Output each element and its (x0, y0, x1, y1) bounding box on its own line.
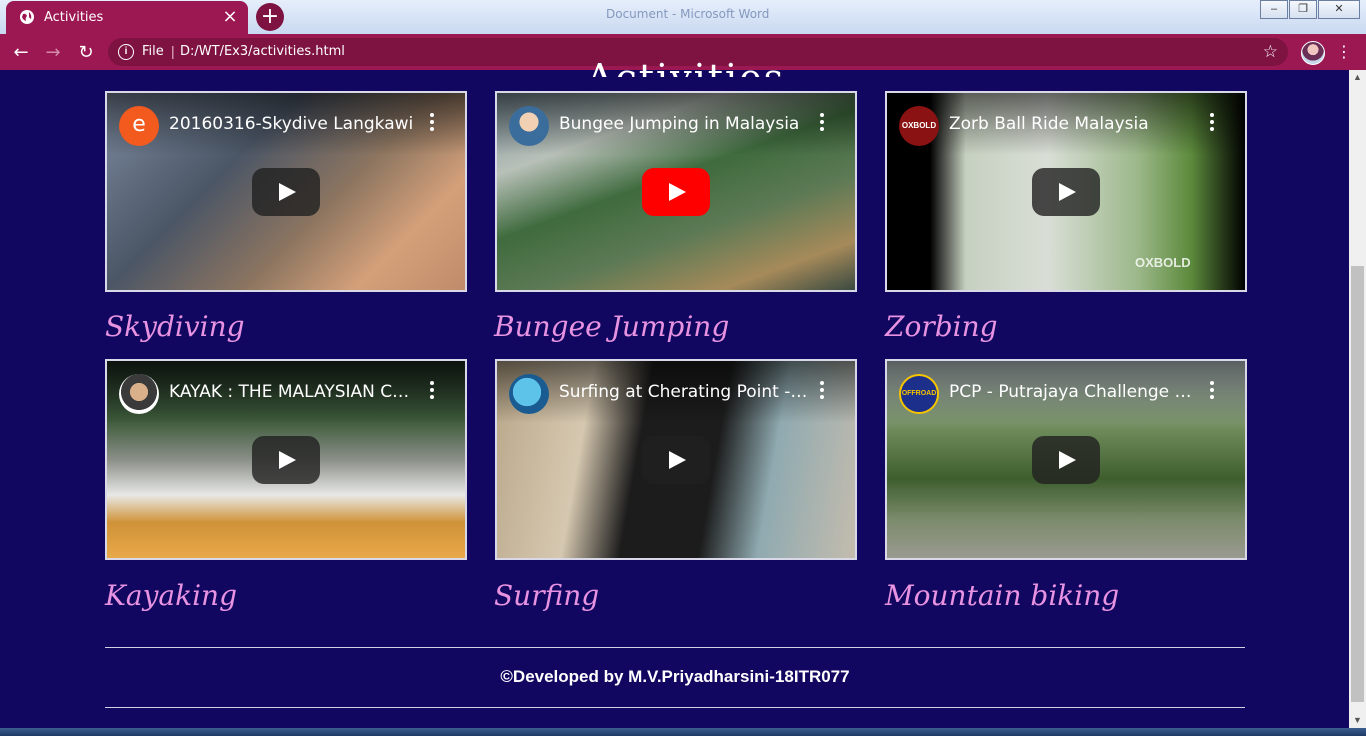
video-title[interactable]: Surfing at Cherating Point - Malaysia (559, 382, 809, 402)
video-embed-zorbing[interactable]: OXBOLD Zorb Ball Ride Malaysia OXBOLD (885, 91, 1247, 292)
video-title[interactable]: Bungee Jumping in Malaysia (559, 114, 809, 134)
oxbold-logo-icon[interactable]: OXBOLD (899, 106, 939, 146)
video-embed-kayaking[interactable]: KAYAK : THE MALAYSIAN CHALLENGE (105, 359, 467, 560)
url-text[interactable]: D:/WT/Ex3/activities.html (180, 44, 345, 59)
new-tab-button[interactable]: + (256, 3, 284, 31)
forward-arrow-icon[interactable]: → (42, 42, 64, 64)
tab-close-icon[interactable]: × (220, 7, 240, 27)
bookmark-star-icon[interactable]: ☆ (1263, 42, 1278, 62)
play-button[interactable] (252, 168, 320, 216)
play-button[interactable] (1032, 168, 1100, 216)
url-scheme-label: File (142, 44, 164, 59)
scroll-up-arrow-icon[interactable]: ▲ (1353, 72, 1362, 82)
footer-credit: ©Developed by M.V.Priyadharsini-18ITR077 (500, 667, 850, 686)
video-embed-skydiving[interactable]: e 20160316-Skydive Langkawi (105, 91, 467, 292)
video-embed-bungee[interactable]: Bungee Jumping in Malaysia (495, 91, 857, 292)
channel-avatar[interactable] (509, 106, 549, 146)
video-title[interactable]: Zorb Ball Ride Malaysia (949, 114, 1199, 134)
video-embed-surfing[interactable]: Surfing at Cherating Point - Malaysia (495, 359, 857, 560)
browser-menu-icon[interactable]: ⋮ (1336, 42, 1352, 62)
play-button[interactable] (642, 168, 710, 216)
video-menu-icon[interactable] (819, 381, 825, 401)
back-arrow-icon[interactable]: ← (10, 42, 32, 64)
os-taskbar (0, 728, 1366, 736)
page-scrollbar[interactable]: ▲ ▼ (1349, 70, 1366, 728)
activity-caption: Skydiving (105, 310, 245, 343)
video-embed-mountain-biking[interactable]: OFFROAD PCP - Putrajaya Challenge Park (885, 359, 1247, 560)
play-button[interactable] (642, 436, 710, 484)
background-window-title: Document - Microsoft Word (606, 7, 770, 21)
play-button[interactable] (252, 436, 320, 484)
video-menu-icon[interactable] (819, 113, 825, 133)
channel-avatar[interactable] (119, 374, 159, 414)
activity-caption: Bungee Jumping (494, 310, 730, 343)
activity-caption: Zorbing (885, 310, 998, 343)
video-menu-icon[interactable] (1209, 381, 1215, 401)
reload-icon[interactable]: ↻ (75, 42, 97, 64)
globe-icon (20, 10, 34, 24)
info-icon[interactable]: i (118, 44, 134, 60)
url-divider: | (171, 43, 175, 59)
scroll-down-arrow-icon[interactable]: ▼ (1353, 715, 1362, 725)
video-title[interactable]: KAYAK : THE MALAYSIAN CHALLENGE (169, 382, 419, 402)
scrollbar-thumb[interactable] (1351, 266, 1364, 702)
video-title[interactable]: PCP - Putrajaya Challenge Park (949, 382, 1199, 402)
activity-caption: Mountain biking (885, 579, 1120, 612)
video-menu-icon[interactable] (429, 113, 435, 133)
page-title: Activities (586, 44, 785, 77)
globe-avatar-icon[interactable] (509, 374, 549, 414)
active-tab[interactable]: Activities × (6, 1, 248, 34)
window-close-button[interactable]: ✕ (1318, 0, 1360, 19)
offroad-logo-icon[interactable]: OFFROAD (899, 374, 939, 414)
minimize-button[interactable]: – (1260, 0, 1288, 19)
play-button[interactable] (1032, 436, 1100, 484)
window-controls: – ❐ ✕ (1259, 0, 1360, 19)
activity-caption: Kayaking (105, 579, 238, 612)
tab-title: Activities (44, 10, 104, 25)
tab-strip: Activities × + Document - Microsoft Word… (0, 0, 1366, 34)
video-title[interactable]: 20160316-Skydive Langkawi (169, 114, 419, 134)
footer-divider-bottom (105, 707, 1245, 708)
video-watermark: OXBOLD (1135, 255, 1191, 270)
channel-avatar[interactable]: e (119, 106, 159, 146)
video-menu-icon[interactable] (1209, 113, 1215, 133)
activity-caption: Surfing (494, 579, 600, 612)
footer-divider-top (105, 647, 1245, 648)
video-menu-icon[interactable] (429, 381, 435, 401)
profile-avatar[interactable] (1301, 41, 1325, 65)
restore-button[interactable]: ❐ (1289, 0, 1317, 19)
